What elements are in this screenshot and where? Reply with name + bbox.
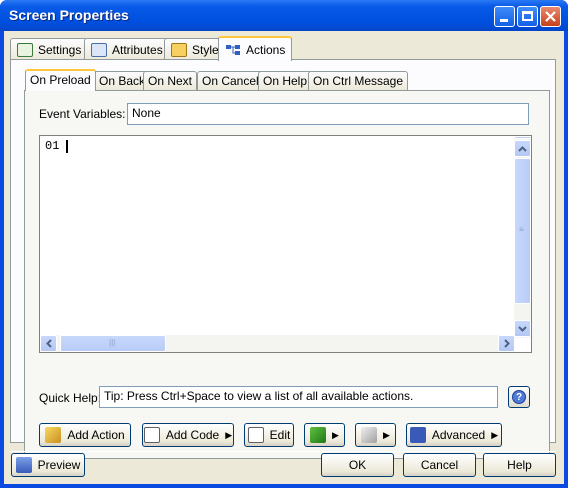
tab-settings-label: Settings — [38, 42, 82, 57]
tab-attributes[interactable]: Attributes — [84, 38, 170, 60]
subtab-on-next[interactable]: On Next — [143, 71, 198, 90]
add-action-button[interactable]: Add Action — [39, 423, 131, 447]
subtab-on-help[interactable]: On Help — [258, 71, 313, 90]
footer-separator — [10, 451, 556, 452]
close-button[interactable] — [540, 6, 561, 27]
style-icon — [171, 42, 187, 57]
maximize-button[interactable] — [517, 6, 538, 27]
dropdown-arrow-icon: ▶ — [225, 429, 233, 440]
tab-attributes-label: Attributes — [112, 42, 163, 57]
preview-button[interactable]: Preview — [11, 453, 85, 477]
ok-label: OK — [348, 458, 367, 472]
tab-actions[interactable]: Actions — [218, 36, 293, 61]
tab-actions-label: Actions — [246, 42, 286, 57]
scroll-right-button[interactable] — [498, 335, 515, 352]
ok-button[interactable]: OK — [321, 453, 394, 477]
quick-help-label: Quick Help: — [39, 391, 102, 405]
scroll-left-button[interactable] — [40, 335, 57, 352]
close-icon — [545, 11, 556, 22]
script-editor[interactable]: 01 ≡ ||| — [39, 135, 532, 353]
settings-icon — [17, 42, 33, 57]
add-code-button[interactable]: Add Code ▶ — [142, 423, 234, 447]
cancel-button[interactable]: Cancel — [403, 453, 476, 477]
minimize-button[interactable] — [494, 6, 515, 27]
attributes-icon — [91, 42, 107, 57]
advanced-button[interactable]: Advanced ▶ — [406, 423, 502, 447]
subtab-on-preload[interactable]: On Preload — [25, 69, 96, 91]
add-action-label: Add Action — [67, 428, 125, 442]
chevron-up-icon — [518, 145, 527, 152]
floppy-disk-icon — [409, 427, 426, 443]
scroll-down-button[interactable] — [514, 320, 531, 337]
line-number: 01 — [45, 139, 60, 153]
subtab-on-back[interactable]: On Back — [94, 71, 151, 90]
actions-panel: On Preload On Back On Next On Cancel On … — [10, 59, 556, 459]
screen-properties-window: Screen Properties Settings Attributes St… — [0, 0, 568, 488]
dialog-client-area: Settings Attributes Style Actions On Pre… — [4, 31, 564, 484]
preview-label: Preview — [37, 458, 81, 472]
help-button[interactable]: Help — [483, 453, 556, 477]
tab-settings[interactable]: Settings — [10, 38, 89, 60]
dropdown-arrow-icon: ▶ — [332, 429, 339, 440]
add-code-label: Add Code — [165, 428, 220, 442]
add-code-icon — [143, 427, 160, 443]
eraser-button[interactable]: ▶ — [355, 423, 396, 447]
horizontal-scroll-thumb[interactable]: ||| — [60, 335, 166, 352]
title-bar[interactable]: Screen Properties — [0, 0, 568, 31]
chevron-left-icon — [45, 339, 52, 348]
wizard-arrow-icon — [310, 427, 327, 443]
vertical-scroll-thumb[interactable]: ≡ — [514, 158, 531, 304]
advanced-label: Advanced — [431, 428, 486, 442]
edit-button[interactable]: Edit — [244, 423, 294, 447]
insert-wizard-button[interactable]: ▶ — [304, 423, 345, 447]
text-caret — [66, 140, 68, 153]
add-action-icon — [45, 427, 62, 443]
edit-label: Edit — [269, 428, 291, 442]
eraser-icon — [361, 427, 378, 443]
quick-help-button[interactable]: ? — [508, 386, 530, 408]
actions-icon — [225, 43, 241, 57]
horizontal-scrollbar[interactable]: ||| — [40, 335, 515, 352]
grip-icon: ||| — [109, 338, 116, 347]
subtab-on-ctrl-message[interactable]: On Ctrl Message — [308, 71, 409, 90]
preview-icon — [15, 457, 32, 473]
help-icon: ? — [512, 390, 526, 404]
help-label: Help — [507, 458, 532, 472]
window-title: Screen Properties — [9, 7, 129, 23]
cancel-label: Cancel — [420, 458, 459, 472]
subtab-on-cancel[interactable]: On Cancel — [197, 71, 264, 90]
dropdown-arrow-icon: ▶ — [491, 429, 499, 440]
tab-style[interactable]: Style — [164, 38, 226, 60]
grip-icon: ≡ — [519, 225, 524, 234]
vertical-scrollbar[interactable]: ≡ — [514, 136, 531, 338]
dropdown-arrow-icon: ▶ — [383, 429, 390, 440]
scroll-up-button[interactable] — [514, 140, 531, 157]
quick-help-field: Tip: Press Ctrl+Space to view a list of … — [99, 386, 498, 408]
tab-style-label: Style — [192, 42, 219, 57]
chevron-right-icon — [503, 339, 510, 348]
event-variables-label: Event Variables: — [39, 107, 126, 121]
event-variables-field[interactable]: None — [127, 103, 529, 125]
edit-icon — [247, 427, 264, 443]
chevron-down-icon — [518, 325, 527, 332]
scroll-top-bar — [514, 136, 531, 139]
